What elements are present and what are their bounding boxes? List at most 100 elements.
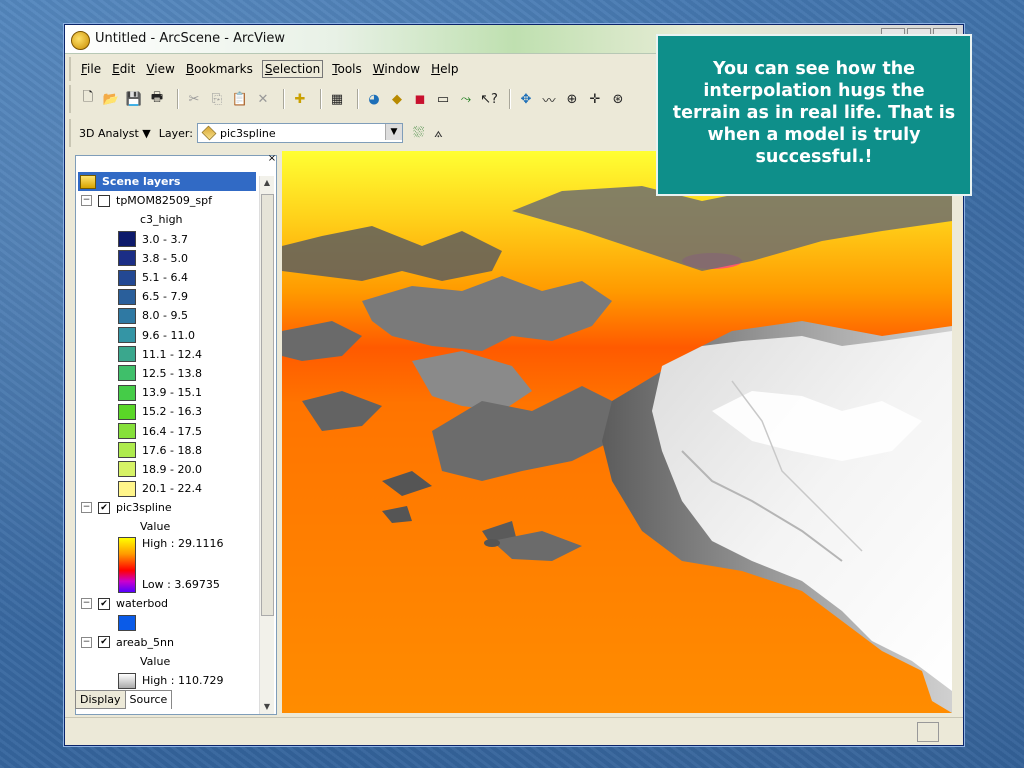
legend-class-row: 8.0 - 9.5 xyxy=(78,306,256,325)
scene-layers-icon xyxy=(80,174,96,189)
standard-toolbar: 🗋 📂 💾 🖶 ✂ ⎘ 📋 ✕ ✚ ▦ ◕ ◆ ◼ ▭ ⤳ ↖? ✥ 〰 ⊕ ✛… xyxy=(69,85,729,113)
toolbar-separator xyxy=(283,89,285,109)
callout-text: You can see how the interpolation hugs t… xyxy=(672,59,956,167)
arctoolbox-icon[interactable]: ◼ xyxy=(411,90,429,108)
scroll-thumb[interactable] xyxy=(261,194,274,616)
tab-source[interactable]: Source xyxy=(124,690,173,709)
gray-ramp-swatch xyxy=(118,672,136,689)
class-range-label: 17.6 - 18.8 xyxy=(142,443,202,457)
model-builder-icon[interactable]: ⤳ xyxy=(457,90,475,108)
menu-edit[interactable]: Edit xyxy=(110,61,137,77)
whats-this-icon[interactable]: ↖? xyxy=(480,90,498,108)
layer-row[interactable]: − ✔ waterbod xyxy=(78,594,256,613)
cut-icon[interactable]: ✂ xyxy=(185,90,203,108)
callout-box: You can see how the interpolation hugs t… xyxy=(656,34,972,196)
legend-class-row: 13.9 - 15.1 xyxy=(78,383,256,402)
class-color-swatch xyxy=(118,461,136,478)
collapse-icon[interactable]: − xyxy=(81,502,92,514)
target-icon[interactable]: ⊛ xyxy=(609,90,627,108)
class-range-label: 8.0 - 9.5 xyxy=(142,309,188,323)
class-range-label: 3.8 - 5.0 xyxy=(142,251,188,265)
class-color-swatch xyxy=(118,307,136,324)
class-range-label: 13.9 - 15.1 xyxy=(142,386,202,400)
menu-help[interactable]: Help xyxy=(429,61,460,77)
scene-layers-root[interactable]: Scene layers xyxy=(78,172,256,192)
3d-scene-view[interactable] xyxy=(282,151,952,713)
close-icon[interactable]: × xyxy=(266,154,278,164)
chevron-down-icon[interactable]: ▼ xyxy=(384,124,402,140)
navigate-icon[interactable]: ✥ xyxy=(517,90,535,108)
paste-icon[interactable]: 📋 xyxy=(231,90,249,108)
contour-icon[interactable]: ⛆ xyxy=(413,125,424,141)
print-icon[interactable]: 🖶 xyxy=(148,90,166,108)
scroll-down-icon[interactable]: ▼ xyxy=(260,700,274,714)
layer-list: Scene layers − tpMOM82509_spf c3_high 3.… xyxy=(78,172,256,712)
legend-class-row: 12.5 - 13.8 xyxy=(78,364,256,383)
legend-high-label: High : 29.1116 xyxy=(142,536,224,550)
class-range-label: 9.6 - 11.0 xyxy=(142,328,195,342)
layer-row[interactable]: − ✔ pic3spline xyxy=(78,498,256,517)
menu-selection[interactable]: Selection xyxy=(261,60,324,78)
layer-name: waterbod xyxy=(116,597,169,611)
status-panel xyxy=(917,722,939,742)
new-document-icon[interactable]: 🗋 xyxy=(79,90,97,108)
field-label-row: c3_high xyxy=(78,210,256,229)
stretch-legend: High : 29.1116 Low : 3.69735 xyxy=(78,536,256,595)
legend-row: High : 110.729 xyxy=(78,671,256,690)
menu-view[interactable]: View xyxy=(144,61,176,77)
scroll-up-icon[interactable]: ▲ xyxy=(260,176,274,190)
raster-layer-icon xyxy=(201,125,217,141)
globe-icon[interactable]: ◕ xyxy=(365,90,383,108)
toc-scrollbar[interactable]: ▲ ▼ xyxy=(259,176,274,714)
pan-icon[interactable]: ✛ xyxy=(586,90,604,108)
layer-visibility-checkbox[interactable]: ✔ xyxy=(98,501,110,514)
class-range-label: 3.0 - 3.7 xyxy=(142,232,188,246)
layer-name: areab_5nn xyxy=(116,635,174,649)
3d-analyst-menu[interactable]: 3D Analyst ▼ xyxy=(79,127,151,140)
toolbar-separator xyxy=(509,89,511,109)
class-range-label: 6.5 - 7.9 xyxy=(142,290,188,304)
add-data-icon[interactable]: ✚ xyxy=(291,90,309,108)
field-label: c3_high xyxy=(140,213,183,227)
class-color-swatch xyxy=(118,231,136,248)
steepest-path-icon[interactable]: ⟑ xyxy=(434,125,443,141)
collapse-icon[interactable]: − xyxy=(81,195,92,207)
save-icon[interactable]: 💾 xyxy=(125,90,143,108)
toolbar-separator xyxy=(357,89,359,109)
status-bar xyxy=(65,717,963,746)
class-range-label: 5.1 - 6.4 xyxy=(142,271,188,285)
menu-file[interactable]: File xyxy=(79,61,103,77)
layer-dropdown[interactable]: pic3spline ▼ xyxy=(196,123,403,143)
layer-label: Layer: xyxy=(158,126,193,140)
menu-window[interactable]: Window xyxy=(371,61,422,77)
tab-display[interactable]: Display xyxy=(75,690,126,709)
layer-visibility-checkbox[interactable]: ✔ xyxy=(98,636,110,649)
layer-visibility-checkbox[interactable] xyxy=(98,194,110,207)
legend-class-row: 11.1 - 12.4 xyxy=(78,345,256,364)
command-line-icon[interactable]: ▭ xyxy=(434,90,452,108)
collapse-icon[interactable]: − xyxy=(81,636,92,648)
layer-row[interactable]: − tpMOM82509_spf xyxy=(78,191,256,210)
fly-icon[interactable]: 〰 xyxy=(540,90,558,109)
layer-visibility-checkbox[interactable]: ✔ xyxy=(98,597,110,610)
legend-class-row: 3.0 - 3.7 xyxy=(78,230,256,249)
delete-icon[interactable]: ✕ xyxy=(254,90,272,108)
field-label: Value xyxy=(140,654,171,668)
zoom-in-out-icon[interactable]: ⊕ xyxy=(563,90,581,108)
open-folder-icon[interactable]: 📂 xyxy=(102,90,120,108)
toolbar-separator xyxy=(320,89,322,109)
class-color-swatch xyxy=(118,269,136,286)
copy-icon[interactable]: ⎘ xyxy=(208,90,226,108)
class-range-label: 12.5 - 13.8 xyxy=(142,366,202,380)
menu-bookmarks[interactable]: Bookmarks xyxy=(184,61,255,77)
class-range-label: 11.1 - 12.4 xyxy=(142,347,202,361)
legend-class-row: 9.6 - 11.0 xyxy=(78,326,256,345)
toolbox-icon[interactable]: ◆ xyxy=(388,90,406,108)
layer-row[interactable]: − ✔ areab_5nn xyxy=(78,633,256,652)
legend-class-row: 6.5 - 7.9 xyxy=(78,287,256,306)
calculator-icon[interactable]: ▦ xyxy=(328,90,346,108)
collapse-icon[interactable]: − xyxy=(81,598,92,610)
class-range-label: 20.1 - 22.4 xyxy=(142,482,202,496)
layer-dropdown-value: pic3spline xyxy=(219,126,276,140)
menu-tools[interactable]: Tools xyxy=(330,61,364,77)
